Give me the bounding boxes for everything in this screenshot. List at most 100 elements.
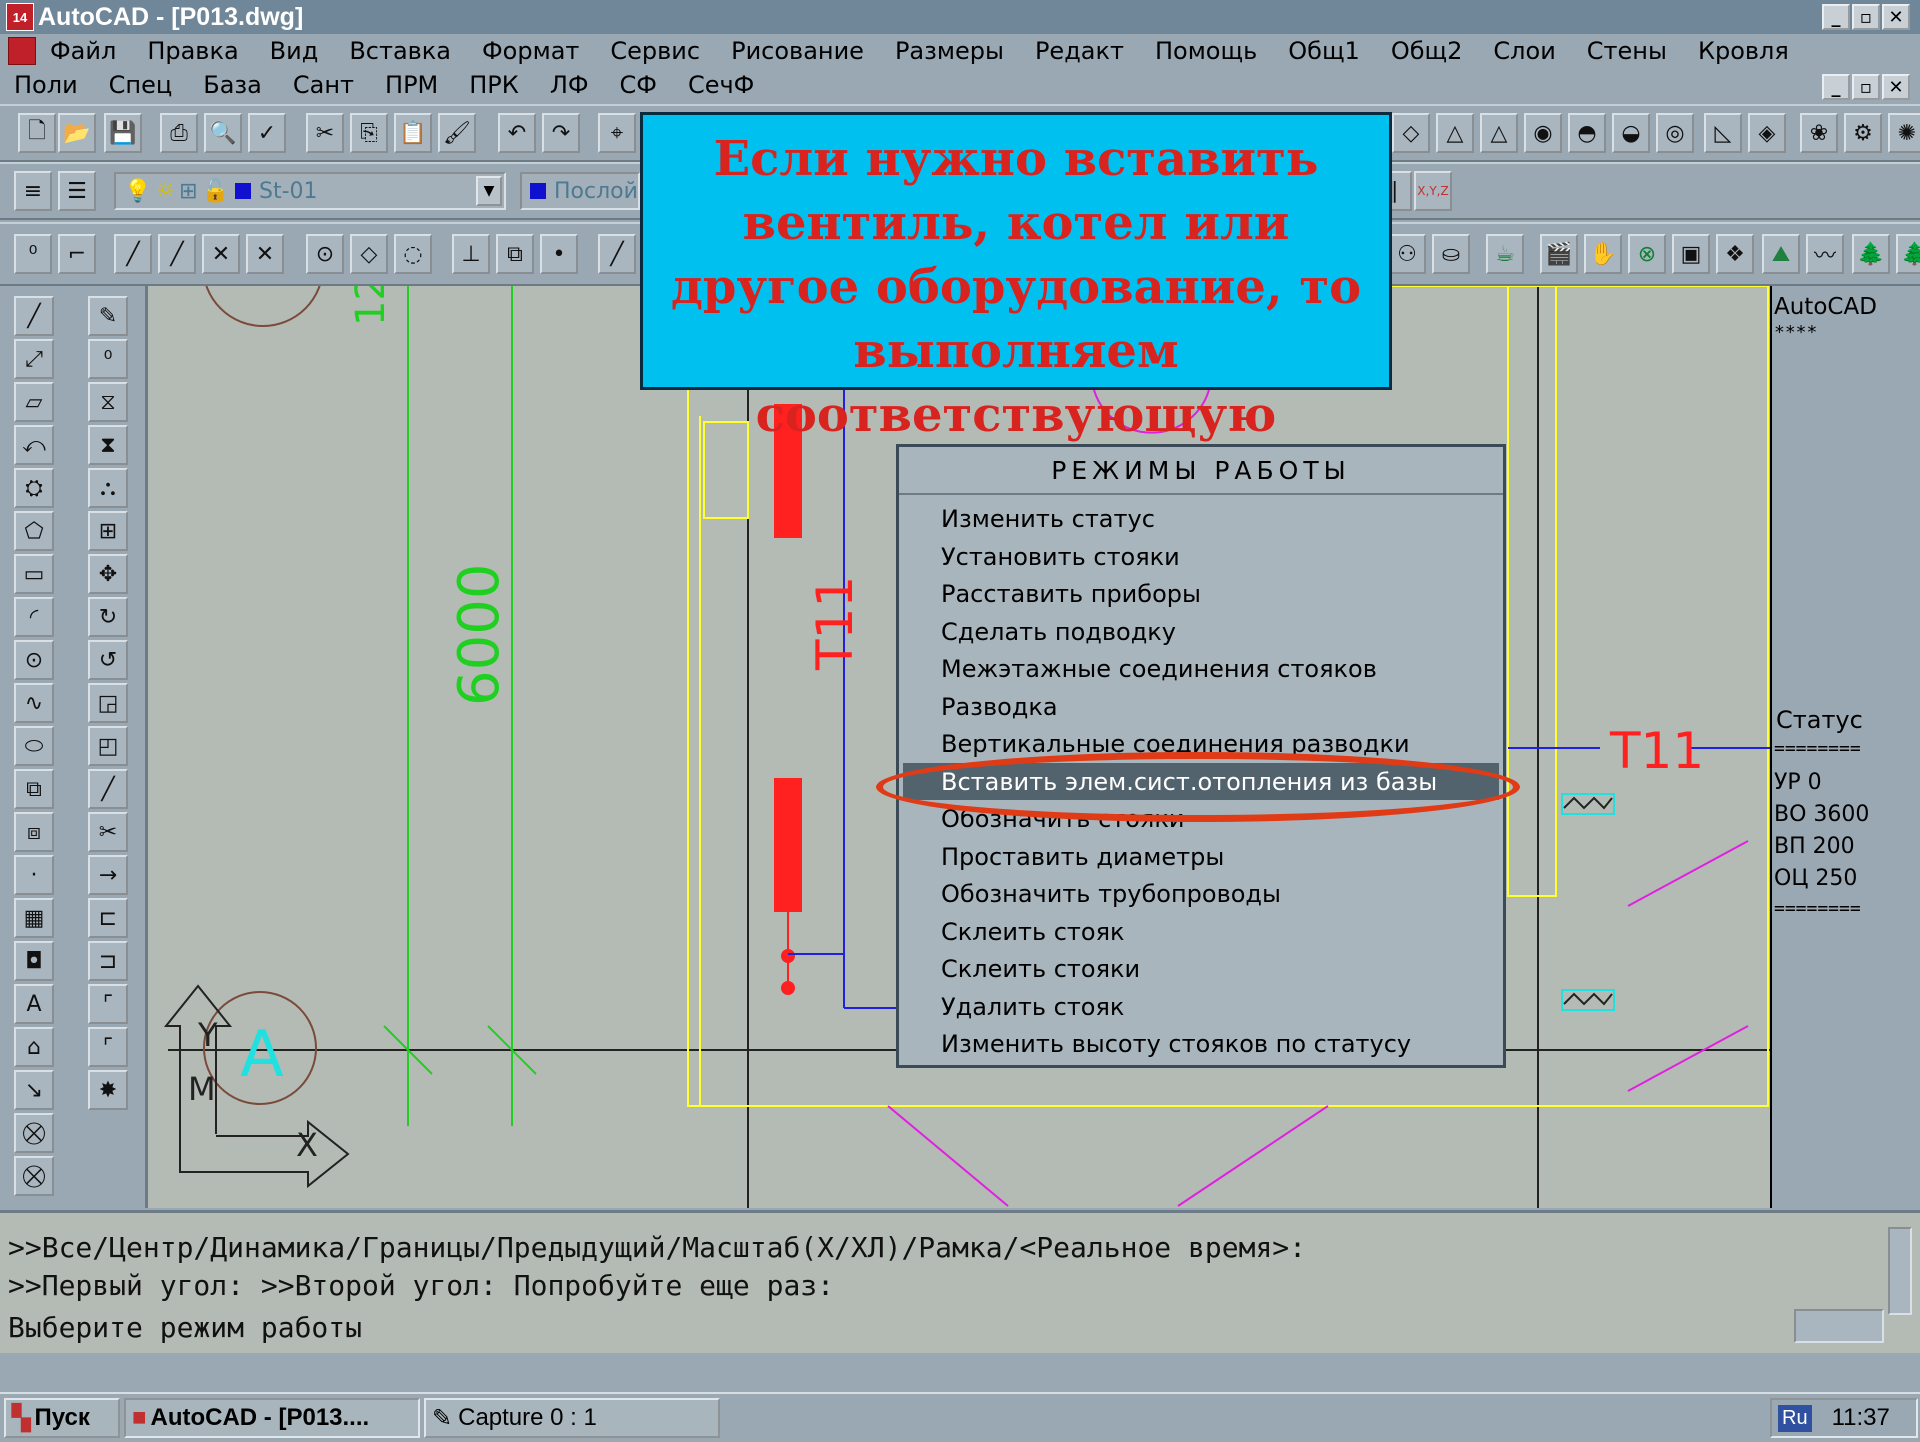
doc-close-button[interactable]: ✕ (1882, 74, 1910, 100)
menu-item[interactable]: Изменить высоту стояков по статусу (941, 1030, 1411, 1058)
menu-prm[interactable]: ПРМ (385, 71, 438, 99)
menu-layers[interactable]: Слои (1493, 37, 1555, 65)
from-snap-icon[interactable]: ⌐ (58, 234, 96, 274)
ellipse-icon[interactable]: ⬭ (14, 726, 54, 766)
copy-icon[interactable]: ⎘ (350, 113, 388, 153)
doc-minimize-button[interactable]: _ (1822, 74, 1850, 100)
menu-dimension[interactable]: Размеры (895, 37, 1004, 65)
menu-item[interactable]: Обозначить трубопроводы (941, 880, 1281, 908)
explode-icon[interactable]: ✸ (88, 1070, 128, 1110)
3d-dome-icon[interactable]: ◓ (1568, 113, 1606, 153)
make-block-icon[interactable]: ⧈ (14, 812, 54, 852)
menu-insert[interactable]: Вставка (349, 37, 451, 65)
clapper-icon[interactable]: 🎬 (1540, 234, 1578, 274)
line-icon[interactable]: ╱ (14, 296, 54, 336)
start-button[interactable]: ▚ Пуск (4, 1398, 120, 1438)
menu-walls[interactable]: Стены (1587, 37, 1667, 65)
render-icon[interactable]: ❀ (1800, 113, 1838, 153)
open-file-icon[interactable]: 📂 (58, 113, 96, 153)
array-icon[interactable]: ⛬ (88, 468, 128, 508)
trim-icon[interactable]: ✂ (88, 812, 128, 852)
node-snap-icon[interactable]: • (540, 234, 578, 274)
move-icon[interactable]: ✥ (88, 554, 128, 594)
redo-icon[interactable]: ↷ (542, 113, 580, 153)
material-icon[interactable]: ▣ (1672, 234, 1710, 274)
xline-icon[interactable]: ⛒ (14, 1156, 54, 1196)
layer-current-icon[interactable]: ☰ (58, 171, 96, 211)
3d-torus-icon[interactable]: ◎ (1656, 113, 1694, 153)
spellcheck-icon[interactable]: ✓ (248, 113, 286, 153)
apparent-intersection-icon[interactable]: ✕ (246, 234, 284, 274)
offset-icon[interactable]: ⧗ (88, 425, 128, 465)
array2-icon[interactable]: ⊞ (88, 511, 128, 551)
insert-block-icon[interactable]: ⧉ (14, 769, 54, 809)
menu-item[interactable]: Сделать подводку (941, 618, 1176, 646)
multiline-icon[interactable]: ⛭ (14, 468, 54, 508)
menu-base[interactable]: База (203, 71, 262, 99)
fillet-icon[interactable]: ⌜ (88, 1027, 128, 1067)
insert-snap-icon[interactable]: ⧉ (496, 234, 534, 274)
tracking-icon[interactable]: ⌖ (598, 113, 636, 153)
menu-sf[interactable]: СФ (620, 71, 657, 99)
menu-view[interactable]: Вид (270, 37, 319, 65)
command-scrollbar[interactable] (1888, 1227, 1912, 1315)
undo-icon[interactable]: ↶ (498, 113, 536, 153)
3d-wedge-icon[interactable]: ◺ (1704, 113, 1742, 153)
menu-help[interactable]: Помощь (1155, 37, 1257, 65)
endpoint-snap-icon[interactable]: ╱ (114, 234, 152, 274)
extend-icon[interactable]: → (88, 855, 128, 895)
tangent-snap-icon[interactable]: ◌ (394, 234, 432, 274)
chamfer-icon[interactable]: ⌜ (88, 984, 128, 1024)
valve-icon[interactable]: ⚇ (1388, 234, 1426, 274)
spline-icon[interactable]: ∿ (14, 683, 54, 723)
color-combo[interactable]: Послой (520, 172, 640, 210)
task-capture[interactable]: ✎ Capture 0 : 1 (424, 1398, 720, 1438)
dimension-icon[interactable]: ⌂ (14, 1027, 54, 1067)
landscape-icon[interactable]: ⛰ (1762, 234, 1800, 274)
rotate2-icon[interactable]: ↺ (88, 640, 128, 680)
menu-item[interactable]: Расставить приборы (941, 580, 1201, 608)
copy-object-icon[interactable]: ⁰ (88, 339, 128, 379)
3d-mesh-icon[interactable]: ◈ (1748, 113, 1786, 153)
menu-sechf[interactable]: СечФ (688, 71, 754, 99)
boiler-icon[interactable]: ⛀ (1432, 234, 1470, 274)
menu-item[interactable]: Межэтажные соединения стояков (941, 655, 1377, 683)
task-autocad[interactable]: ■ AutoCAD - [P013.... (124, 1398, 420, 1438)
command-prompt[interactable]: Выберите режим работы (8, 1311, 362, 1344)
menu-common2[interactable]: Общ2 (1391, 37, 1463, 65)
3d-box-icon[interactable]: ◇ (1392, 113, 1430, 153)
leader-icon[interactable]: ↘ (14, 1070, 54, 1110)
menu-roof[interactable]: Кровля (1698, 37, 1789, 65)
fog-icon[interactable]: 〰 (1806, 234, 1844, 274)
autocad-app-icon[interactable]: 14 (6, 3, 34, 31)
break-icon[interactable]: ⊏ (88, 898, 128, 938)
tree-icon[interactable]: 🌲 (1852, 234, 1890, 274)
maximize-button[interactable]: ▫ (1852, 4, 1880, 30)
quadrant-snap-icon[interactable]: ◇ (350, 234, 388, 274)
menu-item[interactable]: Проставить диаметры (941, 843, 1224, 871)
print-icon[interactable]: ⎙ (160, 113, 198, 153)
paste-icon[interactable]: 📋 (394, 113, 432, 153)
document-icon[interactable] (8, 37, 36, 65)
menu-file[interactable]: Файл (50, 37, 116, 65)
xyz-filter-icon[interactable]: X,Y,Z (1414, 171, 1452, 211)
menu-edit[interactable]: Правка (147, 37, 238, 65)
tree2-icon[interactable]: 🌲 (1896, 234, 1920, 274)
mirror-icon[interactable]: ⧖ (88, 382, 128, 422)
library-icon[interactable]: ❖ (1716, 234, 1754, 274)
menu-format[interactable]: Формат (482, 37, 579, 65)
3d-pyramid-icon[interactable]: △ (1436, 113, 1474, 153)
center-snap-icon[interactable]: ⊙ (306, 234, 344, 274)
rotate-icon[interactable]: ↻ (88, 597, 128, 637)
circle-icon[interactable]: ⊙ (14, 640, 54, 680)
tolerance-icon[interactable]: ⛒ (14, 1113, 54, 1153)
3d-dish-icon[interactable]: ◒ (1612, 113, 1650, 153)
new-file-icon[interactable]: 🗋 (18, 113, 56, 153)
close-button[interactable]: ✕ (1882, 4, 1910, 30)
menu-common1[interactable]: Общ1 (1288, 37, 1360, 65)
nearest-snap-icon[interactable]: ╱ (598, 234, 636, 274)
polyline-icon[interactable]: ▱ (14, 382, 54, 422)
3d-cone-icon[interactable]: △ (1480, 113, 1518, 153)
region-icon[interactable]: ◘ (14, 941, 54, 981)
3d-sphere-icon[interactable]: ◉ (1524, 113, 1562, 153)
